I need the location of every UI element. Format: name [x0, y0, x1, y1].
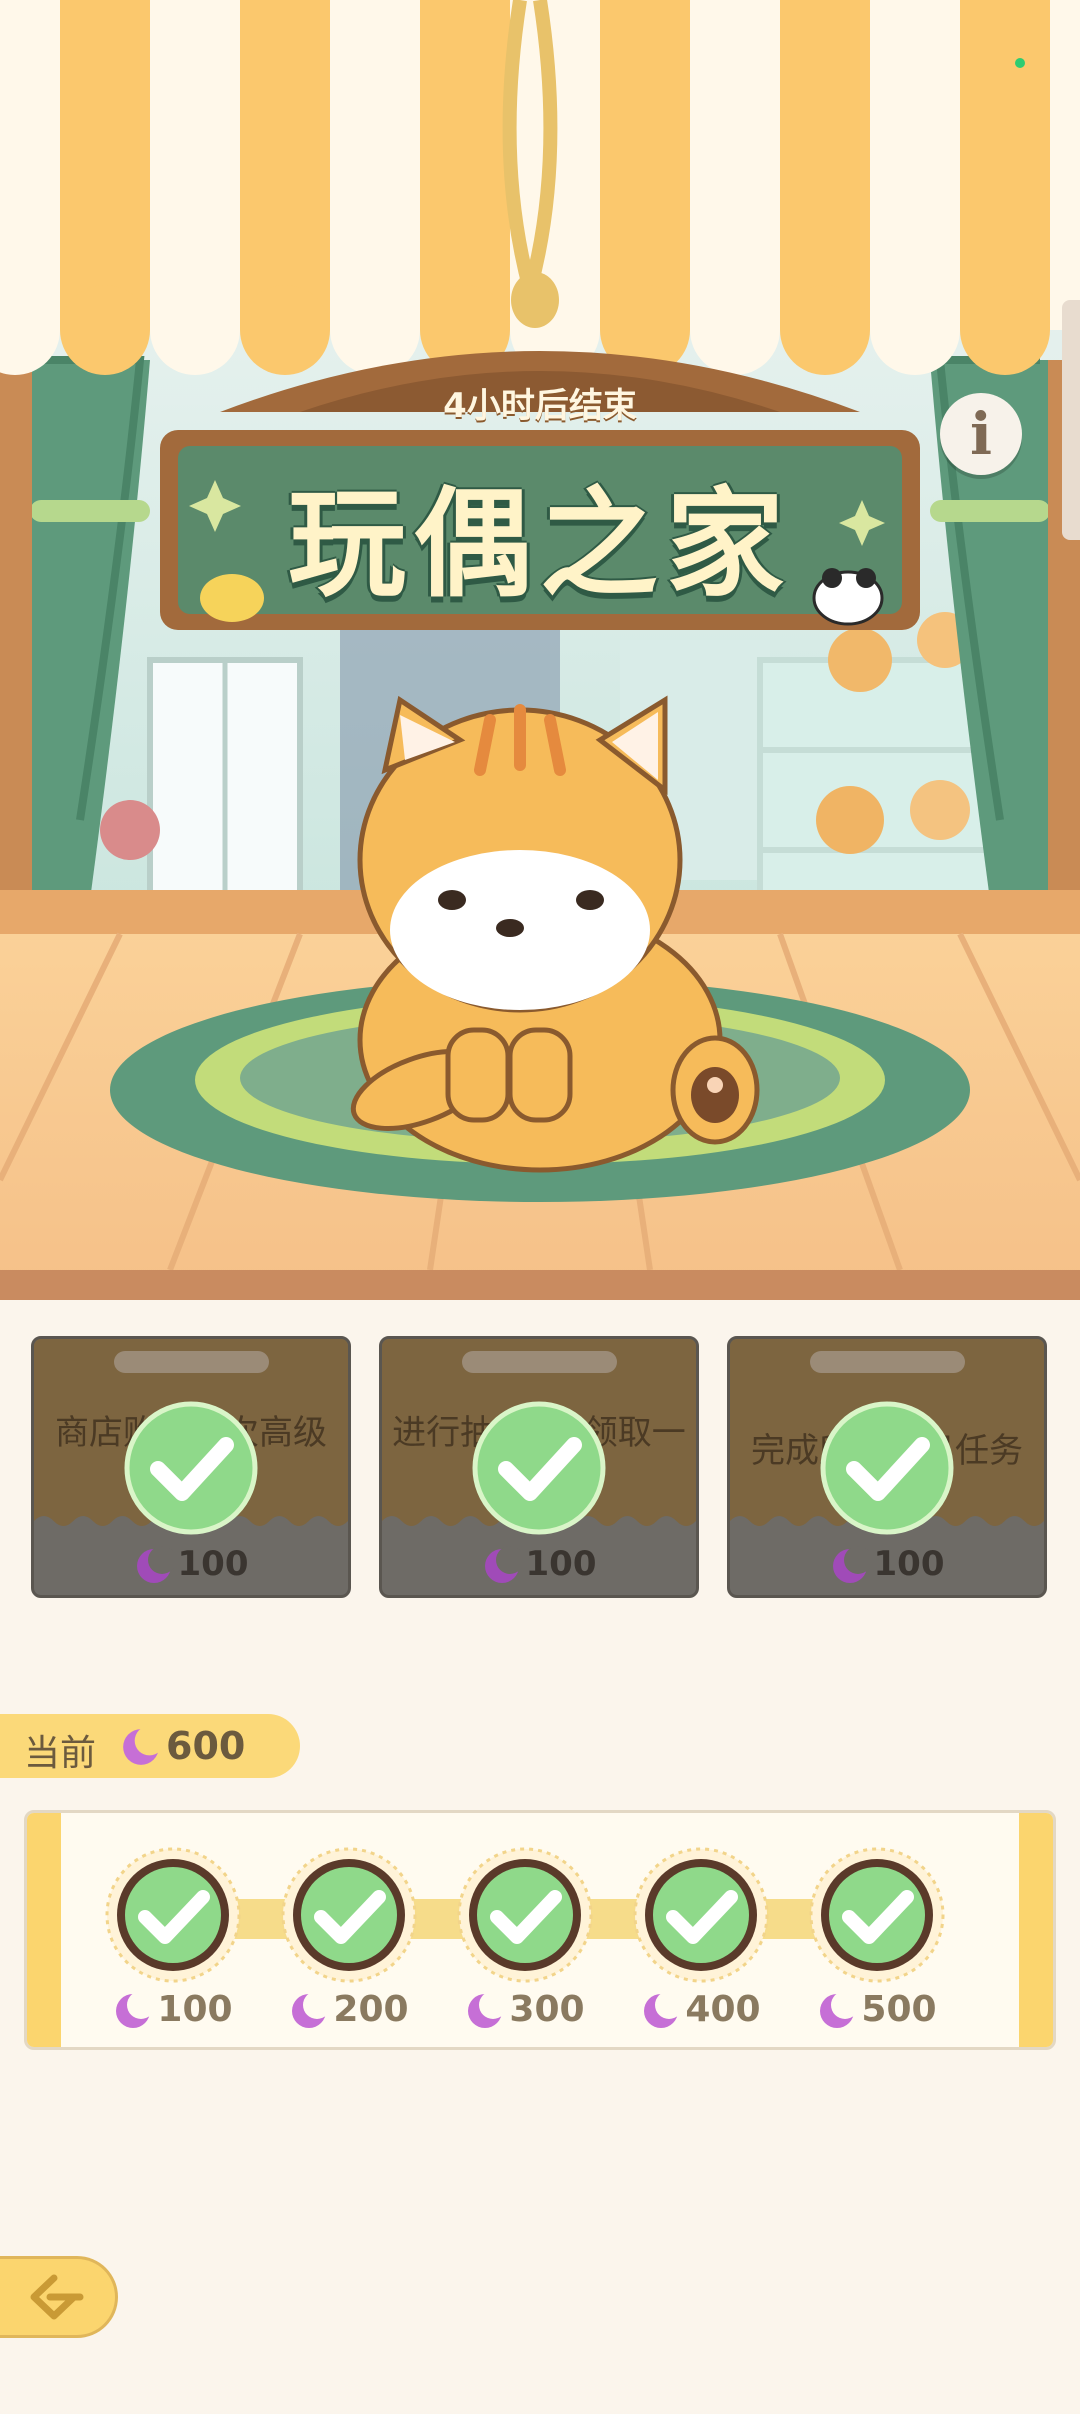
milestone-reward: 500 [787, 1989, 967, 2031]
milestone-4-check-icon[interactable] [631, 1845, 771, 1985]
event-title: 玩偶之家 [287, 475, 792, 613]
milestone-progress-panel: 100 200 300 400 500 [24, 1810, 1056, 2050]
current-value: 600 [166, 1724, 246, 1768]
crescent-moon-icon [468, 1991, 508, 2028]
current-currency-pill: 当前 600 [0, 1714, 300, 1778]
task-reward: 100 [382, 1544, 696, 1586]
milestone-1-check-icon[interactable] [103, 1845, 243, 1985]
side-scroll-tab[interactable] [1062, 300, 1080, 540]
crescent-moon-icon [484, 1545, 524, 1583]
milestone-reward: 400 [611, 1989, 791, 2031]
milestone-3-check-icon[interactable] [455, 1845, 595, 1985]
task-card-3[interactable]: 完成所有每日任务 100 [727, 1336, 1047, 1598]
completed-check-icon [820, 1401, 954, 1535]
back-button[interactable] [0, 2256, 118, 2338]
info-button[interactable]: i [940, 393, 1022, 475]
milestone-reward: 100 [83, 1989, 263, 2031]
panel-right-strip [1019, 1813, 1053, 2047]
info-icon: i [969, 400, 993, 468]
crescent-moon-icon [123, 1726, 162, 1765]
milestone-reward: 300 [435, 1989, 615, 2031]
task-reward: 100 [730, 1544, 1044, 1586]
crescent-moon-icon [292, 1991, 332, 2028]
completed-check-icon [124, 1401, 258, 1535]
card-tab [114, 1351, 269, 1373]
card-tab [462, 1351, 617, 1373]
back-arrow-icon [30, 2274, 83, 2320]
event-timer: 4小时后结束 [443, 386, 637, 426]
crescent-moon-icon [116, 1991, 156, 2028]
event-banner-scene [0, 0, 1080, 1300]
milestone-reward: 200 [259, 1989, 439, 2031]
status-dot [1015, 58, 1025, 68]
task-card-2[interactable]: 进行抽奖1次领取一 100 [379, 1336, 699, 1598]
task-reward: 100 [34, 1544, 348, 1586]
panel-left-strip [27, 1813, 61, 2047]
task-card-1[interactable]: 商店购买一次高级盲盒券 100 [31, 1336, 351, 1598]
current-label: 当前 [24, 1733, 97, 1774]
milestone-5-check-icon[interactable] [807, 1845, 947, 1985]
crescent-moon-icon [820, 1991, 860, 2028]
completed-check-icon [472, 1401, 606, 1535]
crescent-moon-icon [832, 1545, 872, 1583]
milestone-2-check-icon[interactable] [279, 1845, 419, 1985]
card-tab [810, 1351, 965, 1373]
crescent-moon-icon [136, 1545, 176, 1583]
shop-background-illustration [0, 0, 1080, 1300]
crescent-moon-icon [644, 1991, 684, 2028]
